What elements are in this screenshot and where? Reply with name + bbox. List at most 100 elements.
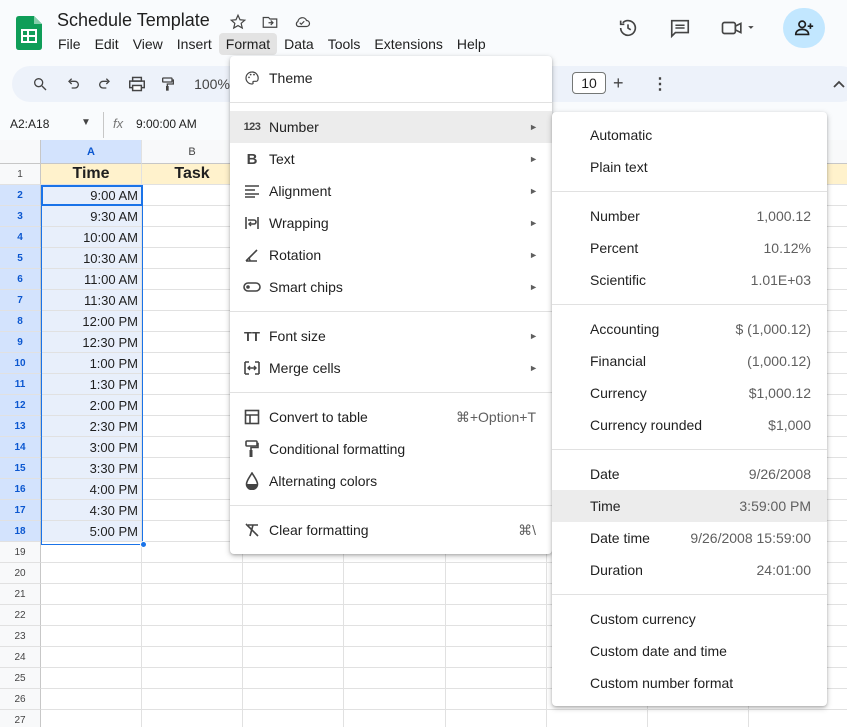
row-header[interactable]: 22	[0, 605, 41, 626]
menu-item-alignment[interactable]: Alignment ►	[230, 175, 552, 207]
cell-a25[interactable]	[41, 668, 142, 689]
number-format-custom-date-time[interactable]: Custom date and time	[552, 635, 827, 667]
menu-view[interactable]: View	[126, 33, 170, 55]
number-format-custom-number[interactable]: Custom number format	[552, 667, 827, 699]
number-format-plain-text[interactable]: Plain text	[552, 151, 827, 183]
cell-b19[interactable]	[142, 542, 243, 563]
cell-b8[interactable]	[142, 311, 243, 332]
print-icon[interactable]	[127, 74, 147, 94]
menu-data[interactable]: Data	[277, 33, 321, 55]
menu-item-text[interactable]: B Text ►	[230, 143, 552, 175]
cell-a20[interactable]	[41, 563, 142, 584]
cell-b14[interactable]	[142, 437, 243, 458]
menu-insert[interactable]: Insert	[170, 33, 219, 55]
cell-a2[interactable]: 9:00 AM	[41, 185, 142, 206]
number-format-scientific[interactable]: Scientific 1.01E+03	[552, 264, 827, 296]
undo-icon[interactable]	[63, 74, 83, 94]
menu-help[interactable]: Help	[450, 33, 493, 55]
cell-b17[interactable]	[142, 500, 243, 521]
cell-b2[interactable]	[142, 185, 243, 206]
cell-b27[interactable]	[142, 710, 243, 727]
menu-item-rotation[interactable]: Rotation ►	[230, 239, 552, 271]
row-header[interactable]: 14	[0, 437, 41, 458]
number-format-financial[interactable]: Financial (1,000.12)	[552, 345, 827, 377]
cell-b7[interactable]	[142, 290, 243, 311]
cell-a11[interactable]: 1:30 PM	[41, 374, 142, 395]
row-header[interactable]: 9	[0, 332, 41, 353]
cell-a14[interactable]: 3:00 PM	[41, 437, 142, 458]
version-history-icon[interactable]	[613, 13, 643, 43]
cell-a17[interactable]: 4:30 PM	[41, 500, 142, 521]
cell-e22[interactable]	[446, 605, 547, 626]
cell-a19[interactable]	[41, 542, 142, 563]
cell-c22[interactable]	[243, 605, 344, 626]
name-box[interactable]: A2:A18	[10, 117, 49, 131]
name-box-dropdown-icon[interactable]: ▼	[81, 117, 91, 128]
cell-c21[interactable]	[243, 584, 344, 605]
cell-d22[interactable]	[344, 605, 446, 626]
star-icon[interactable]	[228, 12, 248, 32]
cell-e26[interactable]	[446, 689, 547, 710]
row-header[interactable]: 25	[0, 668, 41, 689]
redo-icon[interactable]	[95, 74, 115, 94]
row-header[interactable]: 18	[0, 521, 41, 542]
cell-a21[interactable]	[41, 584, 142, 605]
formula-input[interactable]: 9:00:00 AM	[136, 117, 197, 131]
row-header[interactable]: 5	[0, 248, 41, 269]
cell-b16[interactable]	[142, 479, 243, 500]
cell-f27[interactable]	[547, 710, 648, 727]
comments-icon[interactable]	[665, 13, 695, 43]
cell-a27[interactable]	[41, 710, 142, 727]
cell-c27[interactable]	[243, 710, 344, 727]
row-header[interactable]: 26	[0, 689, 41, 710]
cell-a8[interactable]: 12:00 PM	[41, 311, 142, 332]
cell-b1[interactable]: Task	[142, 164, 243, 185]
cell-g27[interactable]	[648, 710, 749, 727]
cell-b6[interactable]	[142, 269, 243, 290]
cell-e20[interactable]	[446, 563, 547, 584]
cell-b23[interactable]	[142, 626, 243, 647]
menu-format[interactable]: Format	[218, 33, 278, 55]
cell-a1[interactable]: Time	[41, 164, 142, 185]
number-format-custom-currency[interactable]: Custom currency	[552, 603, 827, 635]
cell-b21[interactable]	[142, 584, 243, 605]
number-format-date[interactable]: Date 9/26/2008	[552, 458, 827, 490]
cell-d23[interactable]	[344, 626, 446, 647]
cell-d27[interactable]	[344, 710, 446, 727]
cell-b9[interactable]	[142, 332, 243, 353]
cell-d21[interactable]	[344, 584, 446, 605]
cell-a26[interactable]	[41, 689, 142, 710]
row-header[interactable]: 13	[0, 416, 41, 437]
cell-d25[interactable]	[344, 668, 446, 689]
cell-b3[interactable]	[142, 206, 243, 227]
menu-file[interactable]: File	[51, 33, 88, 55]
cloud-status-icon[interactable]	[292, 12, 312, 32]
cell-h27[interactable]	[749, 710, 847, 727]
cell-d24[interactable]	[344, 647, 446, 668]
cell-b26[interactable]	[142, 689, 243, 710]
number-format-currency-rounded[interactable]: Currency rounded $1,000	[552, 409, 827, 441]
menu-item-number[interactable]: 123 Number ►	[230, 111, 552, 143]
fill-handle[interactable]	[140, 541, 147, 548]
cell-b13[interactable]	[142, 416, 243, 437]
cell-e23[interactable]	[446, 626, 547, 647]
more-options-icon[interactable]: ⋮	[652, 74, 668, 94]
cell-a3[interactable]: 9:30 AM	[41, 206, 142, 227]
row-header[interactable]: 15	[0, 458, 41, 479]
row-header[interactable]: 8	[0, 311, 41, 332]
menu-edit[interactable]: Edit	[88, 33, 126, 55]
menu-tools[interactable]: Tools	[321, 33, 368, 55]
cell-a13[interactable]: 2:30 PM	[41, 416, 142, 437]
number-format-time[interactable]: Time 3:59:00 PM	[552, 490, 827, 522]
row-header[interactable]: 6	[0, 269, 41, 290]
cell-a23[interactable]	[41, 626, 142, 647]
menu-item-theme[interactable]: Theme	[230, 62, 552, 94]
menu-item-conditional-formatting[interactable]: Conditional formatting	[230, 433, 552, 465]
share-button[interactable]	[783, 8, 825, 48]
menu-extensions[interactable]: Extensions	[367, 33, 449, 55]
row-header[interactable]: 11	[0, 374, 41, 395]
cell-a18[interactable]: 5:00 PM	[41, 521, 142, 542]
cell-b18[interactable]	[142, 521, 243, 542]
number-format-accounting[interactable]: Accounting $ (1,000.12)	[552, 313, 827, 345]
number-format-date-time[interactable]: Date time 9/26/2008 15:59:00	[552, 522, 827, 554]
